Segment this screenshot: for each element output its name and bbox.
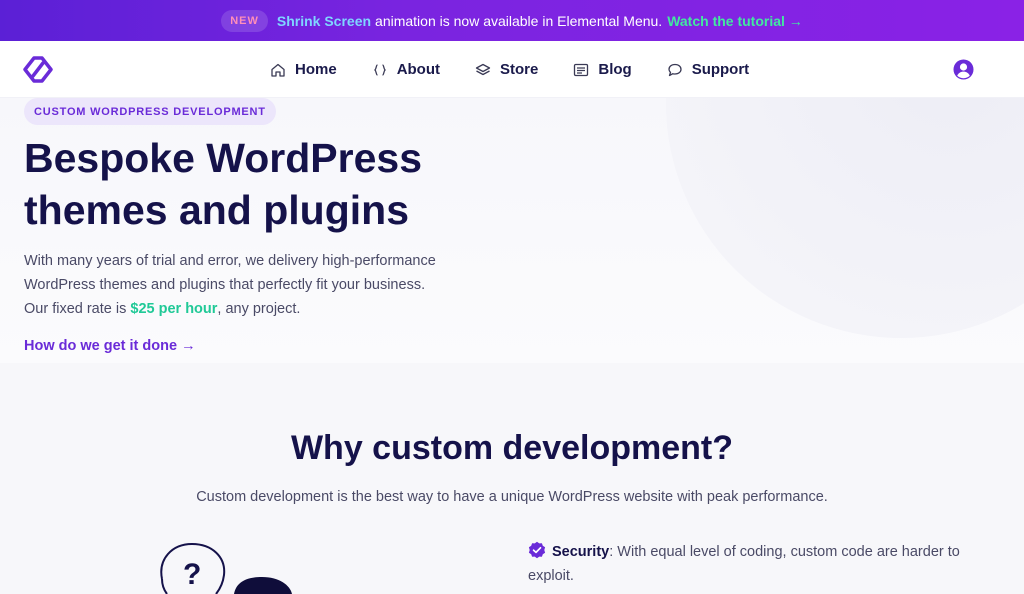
nav-label-blog: Blog [598,61,632,78]
hero-desc-line2: WordPress themes and plugins that perfec… [24,277,426,293]
logo-icon[interactable] [23,56,53,83]
nav-label-support: Support [691,61,750,78]
nav-label-home: Home [295,61,337,78]
chat-bubble-icon [668,63,682,76]
feature-security-title: Security [552,544,610,560]
announcement-feature: Shrink Screen [276,12,372,29]
hero-decor-circle [666,98,1024,338]
nav-item-support[interactable]: Support [667,61,750,78]
site-header: Home About Store Blog Support [0,41,1024,98]
hero-desc-line1: With many years of trial and error, we d… [24,253,436,269]
nav-item-store[interactable]: Store [475,61,538,78]
why-section: Why custom development? Custom developme… [0,363,1024,594]
svg-text:?: ? [183,558,201,591]
hero-title: Bespoke WordPress themes and plugins [24,135,423,233]
nav-item-about[interactable]: About [372,61,440,78]
layers-icon [475,63,491,75]
hero-section: CUSTOM WORDPRESS DEVELOPMENT Bespoke Wor… [0,98,1024,363]
announcement-message: animation is now available in Elemental … [375,12,663,29]
hero-rate-highlight: $25 per hour [130,301,218,317]
hero-desc-rate-prefix: Our fixed rate is [24,301,131,317]
question-illustration: ? [160,542,292,594]
feature-security: Security: With equal level of coding, cu… [528,540,978,588]
code-braces-icon [373,63,386,76]
new-badge: NEW [221,9,268,32]
hero-desc-rate-suffix: , any project. [217,301,301,317]
hero-category-pill: CUSTOM WORDPRESS DEVELOPMENT [24,98,276,125]
user-account-icon[interactable] [953,59,974,80]
verified-badge-icon [528,541,546,559]
why-subtitle: Custom development is the best way to ha… [196,489,828,505]
nav-label-store: Store [500,61,539,78]
nav-item-blog[interactable]: Blog [573,61,632,78]
announcement-bar: NEW Shrink Screen animation is now avail… [0,0,1024,41]
document-icon [574,63,589,76]
nav-label-about: About [396,61,441,78]
main-nav: Home About Store Blog Support [270,41,784,98]
why-title: Why custom development? [290,429,734,467]
home-icon [271,63,285,77]
nav-item-home[interactable]: Home [270,61,337,78]
hero-description: With many years of trial and error, we d… [24,249,464,321]
how-we-do-it-link[interactable]: How do we get it done → [24,338,196,354]
watch-tutorial-link[interactable]: Watch the tutorial → [667,13,803,29]
